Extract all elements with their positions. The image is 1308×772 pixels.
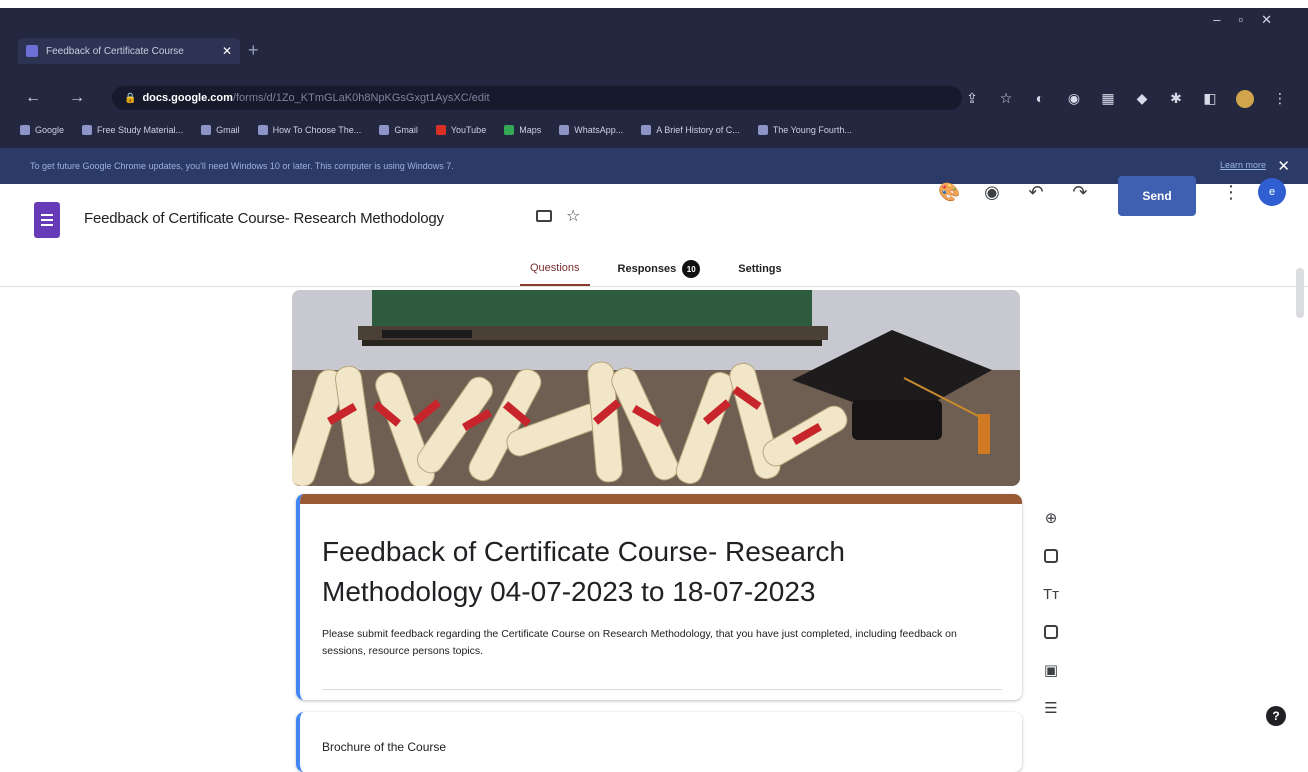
url-host: docs.google.com <box>142 92 233 104</box>
tab-settings[interactable]: Settings <box>728 259 791 285</box>
chrome-menu-icon[interactable]: ⋮ <box>1272 90 1288 108</box>
bookmark-favicon-icon <box>379 125 390 135</box>
document-title[interactable]: Feedback of Certificate Course- Research… <box>84 210 444 227</box>
form-tabs: Questions Responses 10 Settings <box>520 256 792 288</box>
move-folder-icon[interactable] <box>536 210 552 222</box>
scrollbar-thumb[interactable] <box>1296 268 1304 318</box>
bookmark-item[interactable]: How To Choose The... <box>257 125 361 135</box>
account-avatar[interactable]: e <box>1258 178 1286 206</box>
bookmark-favicon-icon <box>504 125 515 135</box>
tab-questions[interactable]: Questions <box>520 258 590 287</box>
bookmark-item[interactable]: Maps <box>504 125 541 135</box>
profile-avatar[interactable] <box>1236 90 1254 108</box>
extension-icon[interactable]: ▦ <box>1100 90 1116 108</box>
add-image-icon[interactable] <box>1039 620 1063 644</box>
import-questions-box <box>1044 549 1058 563</box>
title-card-color-band <box>300 494 1022 504</box>
address-bar-row: ← → ↻ 🔒 docs.google.com /forms/d/1Zo_KTm… <box>0 80 1308 116</box>
bookmarks-bar: Google Free Study Material... Gmail How … <box>0 116 1308 144</box>
bookmark-favicon-icon <box>435 125 446 135</box>
bookmark-favicon-icon <box>641 125 652 135</box>
add-title-icon[interactable]: Tт <box>1039 582 1063 606</box>
title-actions: ☆ <box>536 206 580 226</box>
extension-icon[interactable]: ◐ <box>1032 90 1048 108</box>
help-icon[interactable]: ? <box>1266 706 1286 726</box>
floating-toolbar: ⊕ Tт ▣ ☰ <box>1036 506 1066 720</box>
preview-eye-icon[interactable]: ◉ <box>982 182 1002 203</box>
browser-tab[interactable]: Feedback of Certificate Course ✕ <box>18 38 240 64</box>
browser-frame: Feedback of Certificate Course ✕ + –▫✕ ←… <box>0 8 1308 184</box>
bookmark-favicon-icon <box>201 125 212 135</box>
tab-close-icon[interactable]: ✕ <box>222 44 232 58</box>
redo-icon[interactable]: ↷ <box>1070 182 1090 203</box>
bookmark-favicon-icon <box>82 125 93 135</box>
send-button[interactable]: Send <box>1118 176 1196 216</box>
share-icon[interactable]: ⇪ <box>964 90 980 108</box>
url-omnibox[interactable]: 🔒 docs.google.com /forms/d/1Zo_KTmGLaK0h… <box>112 86 962 110</box>
bookmark-star-icon[interactable]: ☆ <box>998 90 1014 108</box>
update-infobar: To get future Google Chrome updates, you… <box>0 148 1308 184</box>
extension-icon[interactable]: ◆ <box>1134 90 1150 108</box>
extension-toolbar: ⇪ ☆ ◐ ◉ ▦ ◆ ✱ ◧ ⋮ <box>964 90 1288 108</box>
bookmark-item[interactable]: Google <box>20 125 64 135</box>
browser-tab-title: Feedback of Certificate Course <box>46 45 184 57</box>
responses-count-badge: 10 <box>682 260 701 278</box>
add-video-icon[interactable]: ▣ <box>1039 658 1063 682</box>
add-section-icon[interactable]: ☰ <box>1039 696 1063 720</box>
undo-icon[interactable]: ↶ <box>1026 182 1046 203</box>
learn-more-link[interactable]: Learn more <box>1220 160 1266 170</box>
section-title[interactable]: Brochure of the Course <box>322 740 446 754</box>
infobar-close-icon[interactable]: ✕ <box>1277 157 1290 175</box>
url-path: /forms/d/1Zo_KTmGLaK0h8NpKGsGxgt1AysXC/e… <box>232 92 490 104</box>
bookmark-favicon-icon <box>257 125 268 135</box>
tab-responses[interactable]: Responses 10 <box>608 256 711 288</box>
add-question-icon[interactable]: ⊕ <box>1039 506 1063 530</box>
bookmark-item[interactable]: YouTube <box>435 125 486 135</box>
add-image-box <box>1044 625 1058 639</box>
header-actions: 🎨 ◉ ↶ ↷ <box>938 182 1090 203</box>
puzzle-extensions-icon[interactable]: ✱ <box>1168 90 1184 108</box>
title-card-underline <box>322 689 1002 690</box>
window-controls[interactable]: –▫✕ <box>1213 12 1290 28</box>
tabs-divider <box>0 286 1308 287</box>
star-icon[interactable]: ☆ <box>566 206 580 226</box>
bookmark-item[interactable]: The Young Fourth... <box>757 125 852 135</box>
extension-icon[interactable]: ◉ <box>1066 90 1082 108</box>
forms-logo-icon[interactable] <box>34 202 60 238</box>
section-card[interactable]: Brochure of the Course <box>296 712 1022 772</box>
bookmark-item[interactable]: WhatsApp... <box>559 125 623 135</box>
bookmark-item[interactable]: Gmail <box>201 125 240 135</box>
palette-icon[interactable]: 🎨 <box>938 182 960 203</box>
lock-icon: 🔒 <box>124 92 137 104</box>
form-description[interactable]: Please submit feedback regarding the Cer… <box>322 626 982 660</box>
more-vert-icon[interactable]: ⋮ <box>1222 182 1240 203</box>
back-icon[interactable]: ← <box>22 89 44 107</box>
bookmark-item[interactable]: Gmail <box>379 125 418 135</box>
form-title[interactable]: Feedback of Certificate Course- Research… <box>322 532 982 612</box>
bookmark-favicon-icon <box>757 125 768 135</box>
forward-icon[interactable]: → <box>66 89 88 107</box>
bookmark-favicon-icon <box>20 125 30 135</box>
new-tab-button[interactable]: + <box>248 40 259 61</box>
form-title-card[interactable]: Feedback of Certificate Course- Research… <box>296 494 1022 700</box>
header-image <box>292 290 1020 486</box>
graduation-illustration <box>292 290 1020 486</box>
forms-favicon-icon <box>26 45 38 57</box>
bookmark-item[interactable]: Free Study Material... <box>82 125 183 135</box>
side-panel-icon[interactable]: ◧ <box>1202 90 1218 108</box>
bookmark-item[interactable]: A Brief History of C... <box>641 125 740 135</box>
infobar-message: To get future Google Chrome updates, you… <box>30 161 454 171</box>
bookmark-favicon-icon <box>559 125 570 135</box>
import-questions-icon[interactable] <box>1039 544 1063 568</box>
